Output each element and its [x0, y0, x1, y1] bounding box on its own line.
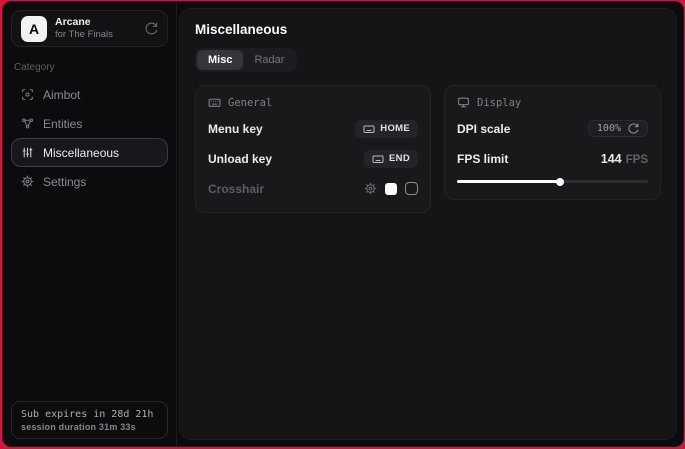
- crosshair-checkbox[interactable]: [405, 182, 418, 195]
- sub-expiry-text: Sub expires in 28d 21h: [21, 409, 158, 420]
- tab-misc[interactable]: Misc: [197, 50, 243, 70]
- sliders-icon: [21, 146, 34, 159]
- gear-icon: [21, 175, 34, 188]
- app-window: A Arcane for The Finals Category Aimbot: [2, 1, 684, 447]
- fps-limit-unit: FPS: [626, 154, 648, 166]
- menu-key-bind-button[interactable]: HOME: [355, 120, 418, 138]
- category-label: Category: [14, 62, 165, 73]
- tab-radar[interactable]: Radar: [243, 50, 295, 70]
- fps-limit-slider[interactable]: [457, 177, 648, 186]
- fps-limit-label: FPS limit: [457, 152, 508, 166]
- keyboard-icon: [363, 123, 375, 135]
- app-subtitle: for The Finals: [55, 29, 113, 41]
- unload-key-row: Unload key END: [208, 148, 418, 169]
- menu-key-row: Menu key HOME: [208, 118, 418, 139]
- general-card-title: General: [228, 97, 272, 109]
- tab-bar: Misc Radar: [195, 48, 297, 72]
- unload-key-value: END: [389, 153, 410, 164]
- fps-limit-row: FPS limit 144 FPS: [457, 148, 648, 169]
- crosshair-color-swatch[interactable]: [385, 183, 397, 195]
- dpi-scale-row: DPI scale 100%: [457, 118, 648, 139]
- refresh-icon[interactable]: [145, 22, 158, 35]
- refresh-icon[interactable]: [628, 123, 639, 134]
- crosshair-settings-gear-icon[interactable]: [364, 182, 377, 195]
- dpi-scale-label: DPI scale: [457, 122, 510, 136]
- sidebar-item-label: Miscellaneous: [43, 146, 119, 160]
- dpi-scale-control[interactable]: 100%: [588, 120, 648, 137]
- general-card: General Menu key HOME: [195, 85, 431, 213]
- subscription-info: Sub expires in 28d 21h session duration …: [11, 401, 168, 439]
- app-header: A Arcane for The Finals: [11, 10, 168, 47]
- fps-limit-value: 144: [601, 152, 622, 166]
- keyboard-icon: [208, 96, 221, 109]
- keyboard-icon: [372, 153, 384, 165]
- page-title: Miscellaneous: [195, 22, 661, 37]
- sidebar-item-aimbot[interactable]: Aimbot: [11, 80, 168, 109]
- menu-key-value: HOME: [380, 123, 410, 134]
- session-duration-text: session duration 31m 33s: [21, 422, 158, 432]
- sidebar-item-miscellaneous[interactable]: Miscellaneous: [11, 138, 168, 167]
- app-name: Arcane: [55, 16, 113, 29]
- entities-icon: [21, 117, 34, 130]
- sidebar-item-entities[interactable]: Entities: [11, 109, 168, 138]
- sidebar-item-label: Aimbot: [43, 88, 80, 102]
- slider-thumb[interactable]: [556, 178, 564, 186]
- crosshair-row: Crosshair: [208, 178, 418, 199]
- display-card-title: Display: [477, 97, 521, 109]
- app-logo: A: [21, 16, 47, 42]
- sidebar-item-settings[interactable]: Settings: [11, 167, 168, 196]
- sidebar: A Arcane for The Finals Category Aimbot: [3, 2, 177, 446]
- slider-fill: [457, 180, 560, 183]
- menu-key-label: Menu key: [208, 122, 263, 136]
- sidebar-item-label: Entities: [43, 117, 82, 131]
- main-panel: Miscellaneous Misc Radar Gene: [179, 8, 677, 440]
- scan-icon: [21, 88, 34, 101]
- unload-key-bind-button[interactable]: END: [364, 150, 418, 168]
- unload-key-label: Unload key: [208, 152, 272, 166]
- crosshair-label: Crosshair: [208, 182, 264, 196]
- sidebar-item-label: Settings: [43, 175, 86, 189]
- dpi-scale-value: 100%: [597, 123, 621, 134]
- desktop-background: { "colors": { "desktop_accent": "#d4163f…: [0, 0, 685, 449]
- display-card: Display DPI scale 100% FPS limit: [444, 85, 661, 200]
- monitor-icon: [457, 96, 470, 109]
